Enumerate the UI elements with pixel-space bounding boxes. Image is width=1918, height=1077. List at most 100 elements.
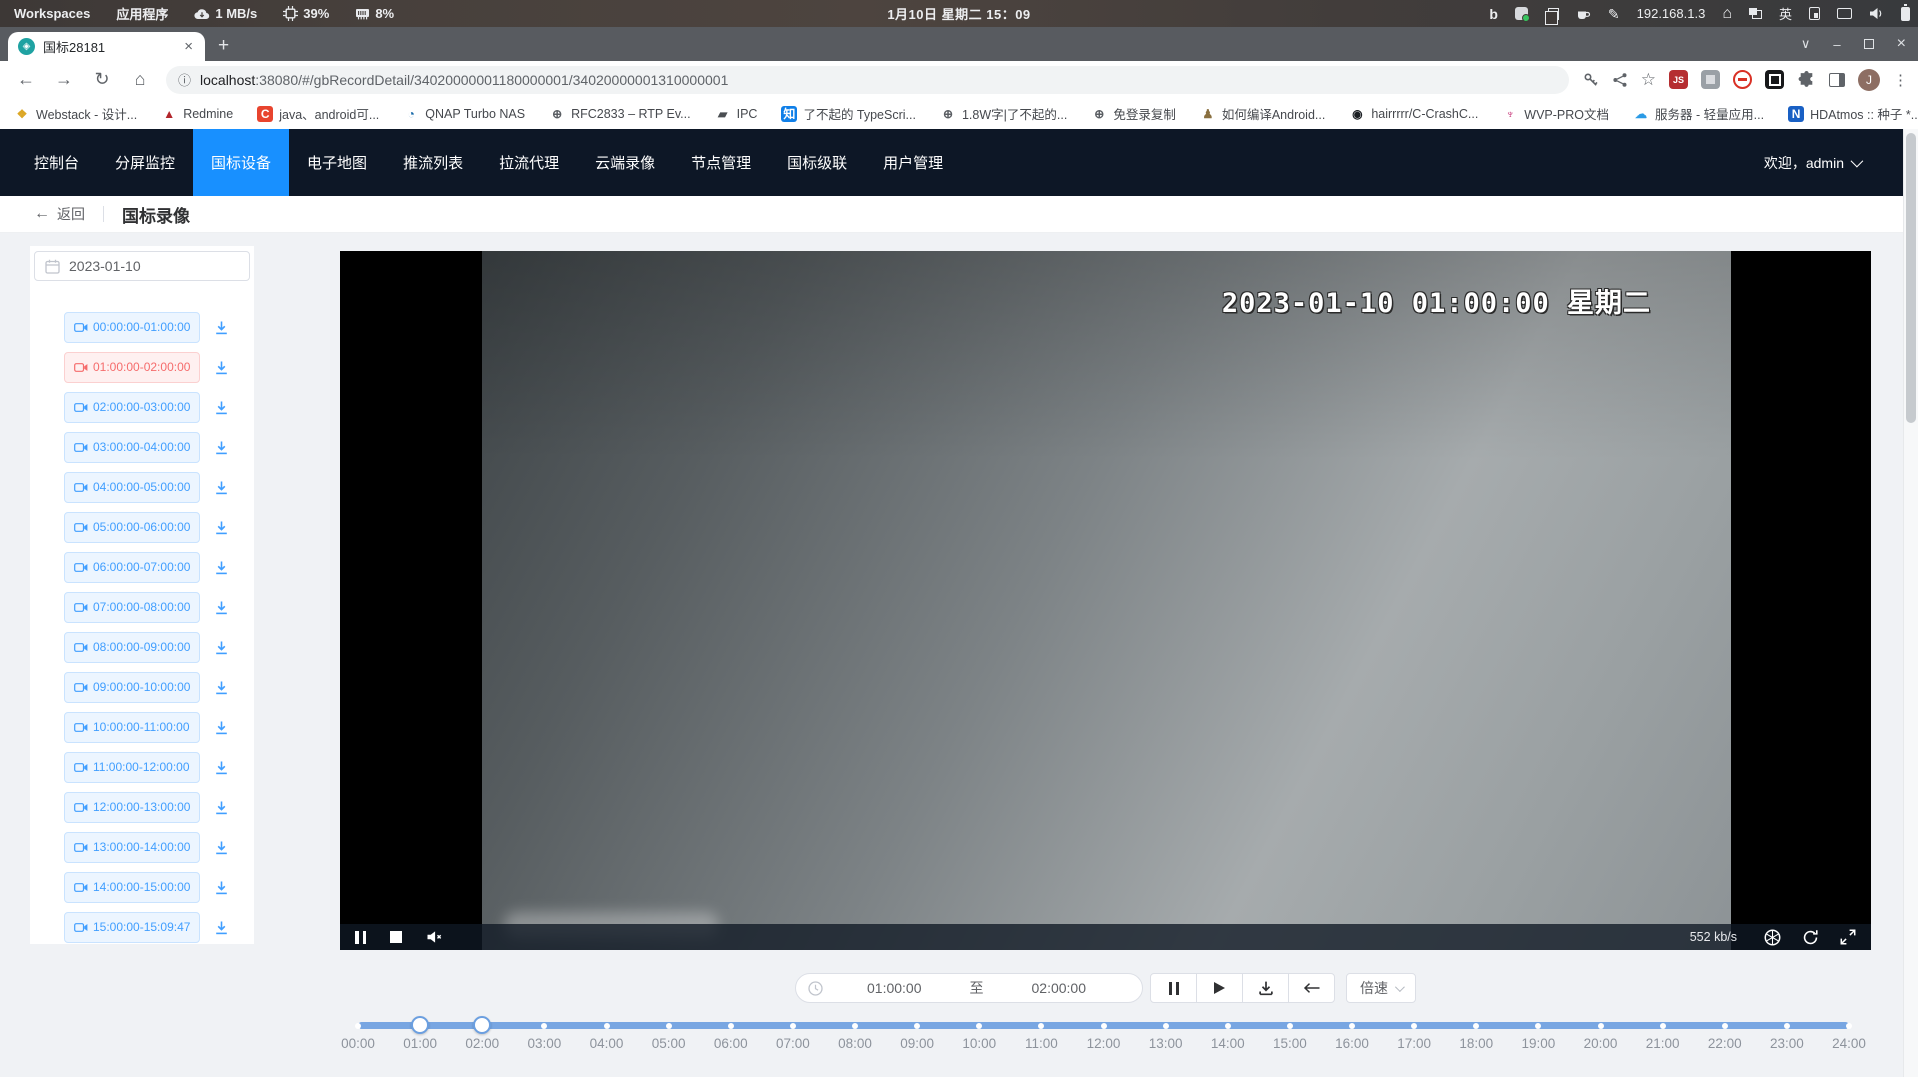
record-download-button[interactable]: [214, 320, 229, 335]
bookmark-item[interactable]: ☁ 服务器 - 轻量应用...: [1633, 104, 1764, 123]
bookmark-item[interactable]: ⊕ 免登录复制: [1091, 104, 1176, 123]
record-segment-button[interactable]: 08:00:00-09:00:00: [64, 632, 200, 663]
bookmark-item[interactable]: ⊕ 1.8W字|了不起的...: [940, 104, 1067, 123]
timeline-stop-dot[interactable]: [1163, 1023, 1169, 1029]
player-stop-icon[interactable]: [390, 931, 402, 943]
battery-icon[interactable]: [1901, 7, 1910, 21]
fullscreen-icon[interactable]: [1840, 929, 1856, 945]
timeline-stop-dot[interactable]: [355, 1023, 361, 1029]
home-icon[interactable]: ⌂: [1722, 6, 1732, 22]
timeline-stop-dot[interactable]: [1660, 1023, 1666, 1029]
record-download-button[interactable]: [214, 680, 229, 695]
clipboard-icon[interactable]: [1548, 8, 1559, 20]
back-button[interactable]: ← 返回: [34, 204, 85, 224]
extension-gray-icon[interactable]: [1701, 70, 1720, 89]
timeline-stop-dot[interactable]: [1846, 1023, 1852, 1029]
record-segment-button[interactable]: 00:00:00-01:00:00: [64, 312, 200, 343]
nav-item[interactable]: 用户管理: [865, 129, 961, 196]
nav-item[interactable]: 推流列表: [385, 129, 481, 196]
timeline-handle[interactable]: [473, 1016, 491, 1034]
playback-speed-dropdown[interactable]: 倍速: [1346, 973, 1416, 1003]
record-segment-button[interactable]: 14:00:00-15:00:00: [64, 872, 200, 903]
pipette-icon[interactable]: ✎: [1608, 7, 1620, 21]
timeline-stop-dot[interactable]: [1722, 1023, 1728, 1029]
nav-item[interactable]: 国标级联: [769, 129, 865, 196]
timeline-stop-dot[interactable]: [1225, 1023, 1231, 1029]
site-info-icon[interactable]: ⓘ: [178, 70, 191, 89]
record-download-button[interactable]: [214, 440, 229, 455]
bookmark-item[interactable]: C java、android可...: [257, 104, 379, 123]
extensions-puzzle-icon[interactable]: [1797, 70, 1816, 89]
timeline-stop-dot[interactable]: [1784, 1023, 1790, 1029]
record-download-button[interactable]: [214, 600, 229, 615]
timeline-stop-dot[interactable]: [1101, 1023, 1107, 1029]
player-pause-icon[interactable]: [355, 931, 366, 944]
bookmark-item[interactable]: ♆ WVP-PRO文档: [1502, 104, 1609, 123]
record-download-button[interactable]: [214, 920, 229, 935]
timeline-stop-dot[interactable]: [1473, 1023, 1479, 1029]
seek-back-button[interactable]: [1288, 973, 1335, 1003]
bookmark-item[interactable]: ◔ QNAP Turbo NAS: [403, 106, 525, 122]
download-button[interactable]: [1242, 973, 1289, 1003]
bookmark-item[interactable]: ◉ hairrrrr/C-CrashC...: [1349, 106, 1478, 122]
nav-item[interactable]: 分屏监控: [97, 129, 193, 196]
ip-address-indicator[interactable]: 192.168.1.3: [1637, 6, 1706, 21]
workspace-switcher-icon[interactable]: [1749, 8, 1762, 19]
timeline-handle[interactable]: [411, 1016, 429, 1034]
applications-button[interactable]: 应用程序: [116, 4, 168, 23]
record-download-button[interactable]: [214, 560, 229, 575]
record-segment-button[interactable]: 15:00:00-15:09:47: [64, 912, 200, 943]
nav-item[interactable]: 国标设备: [193, 129, 289, 196]
browser-tab[interactable]: ◈ 国标28181 ×: [8, 32, 205, 61]
play-button[interactable]: [1196, 973, 1243, 1003]
record-download-button[interactable]: [214, 840, 229, 855]
timeline-stop-dot[interactable]: [914, 1023, 920, 1029]
record-segment-button[interactable]: 02:00:00-03:00:00: [64, 392, 200, 423]
share-icon[interactable]: [1612, 72, 1628, 88]
record-segment-button[interactable]: 12:00:00-13:00:00: [64, 792, 200, 823]
tab-search-icon[interactable]: ∨: [1801, 36, 1811, 52]
scrollbar-thumb[interactable]: [1906, 133, 1916, 423]
snapshot-aperture-icon[interactable]: [1764, 929, 1781, 946]
timeline-stop-dot[interactable]: [976, 1023, 982, 1029]
timeline-stop-dot[interactable]: [1038, 1023, 1044, 1029]
bookmark-item[interactable]: ▲ Redmine: [161, 106, 233, 122]
extension-dark-icon[interactable]: [1765, 70, 1784, 89]
timeline-track[interactable]: [358, 1022, 1849, 1029]
nav-item[interactable]: 云端录像: [577, 129, 673, 196]
record-download-button[interactable]: [214, 480, 229, 495]
record-download-button[interactable]: [214, 360, 229, 375]
pause-button[interactable]: [1150, 973, 1197, 1003]
bookmark-star-icon[interactable]: ☆: [1641, 70, 1656, 90]
record-segment-button[interactable]: 06:00:00-07:00:00: [64, 552, 200, 583]
window-close-icon[interactable]: ×: [1897, 35, 1906, 53]
bookmark-item[interactable]: ♟ 如何编译Android...: [1200, 104, 1326, 123]
record-download-button[interactable]: [214, 720, 229, 735]
reload-icon[interactable]: ↻: [90, 69, 114, 90]
timeline-stop-dot[interactable]: [666, 1023, 672, 1029]
record-download-button[interactable]: [214, 760, 229, 775]
bookmark-item[interactable]: ▰ IPC: [715, 106, 758, 122]
input-method-indicator[interactable]: 英: [1779, 4, 1792, 23]
address-bar[interactable]: ⓘ localhost:38080/#/gbRecordDetail/34020…: [166, 66, 1569, 94]
nav-item[interactable]: 控制台: [16, 129, 97, 196]
date-picker-input[interactable]: 2023-01-10: [34, 251, 250, 281]
coffee-cup-icon[interactable]: [1576, 7, 1591, 21]
tab-close-icon[interactable]: ×: [182, 38, 195, 55]
extension-js-icon[interactable]: JS: [1669, 70, 1688, 89]
timeline-stop-dot[interactable]: [1411, 1023, 1417, 1029]
window-minimize-icon[interactable]: –: [1833, 37, 1840, 52]
record-segment-button[interactable]: 09:00:00-10:00:00: [64, 672, 200, 703]
timeline-stop-dot[interactable]: [1349, 1023, 1355, 1029]
record-segment-button[interactable]: 13:00:00-14:00:00: [64, 832, 200, 863]
record-download-button[interactable]: [214, 640, 229, 655]
browser-menu-icon[interactable]: ⋮: [1893, 71, 1908, 89]
extension-blocker-icon[interactable]: [1733, 70, 1752, 89]
new-tab-button[interactable]: +: [218, 36, 229, 55]
record-segment-button[interactable]: 04:00:00-05:00:00: [64, 472, 200, 503]
browser-home-icon[interactable]: ⌂: [128, 69, 152, 90]
workspaces-button[interactable]: Workspaces: [14, 6, 90, 21]
mute-icon[interactable]: [426, 930, 443, 944]
timeline-stop-dot[interactable]: [790, 1023, 796, 1029]
record-segment-button[interactable]: 05:00:00-06:00:00: [64, 512, 200, 543]
